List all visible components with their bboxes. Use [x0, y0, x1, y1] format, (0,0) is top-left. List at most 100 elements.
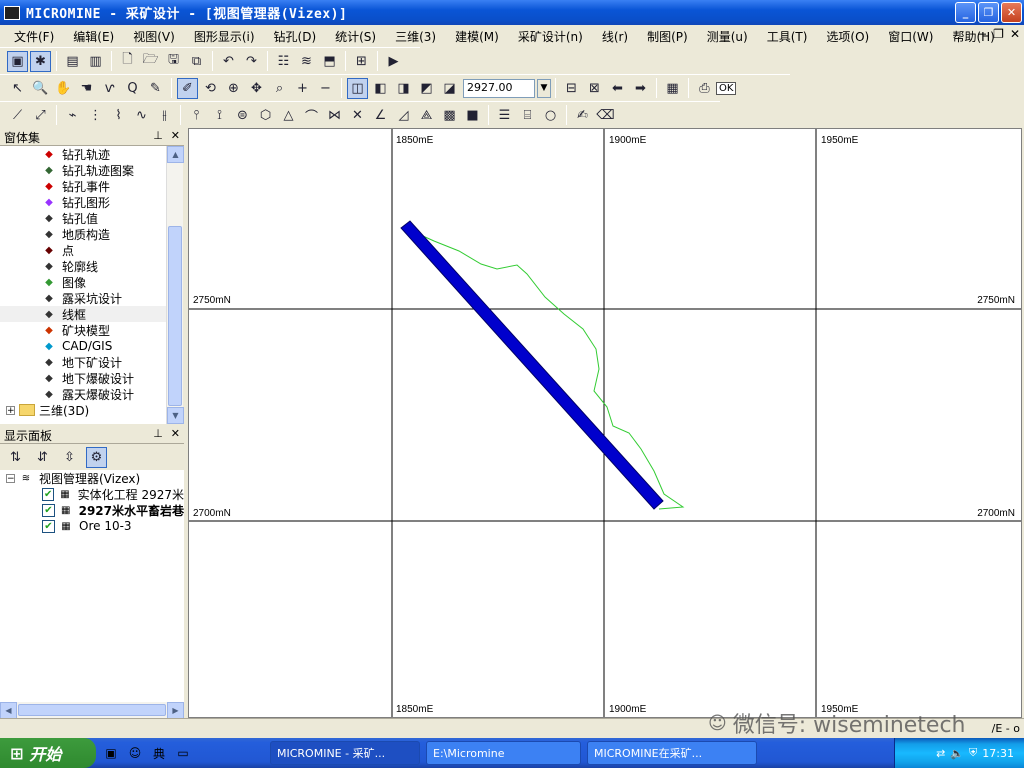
menu-modelling[interactable]: 建模(M)	[449, 28, 505, 45]
scroll-down-icon[interactable]: ▼	[167, 407, 184, 424]
mdi-minimize-button[interactable]: −	[977, 27, 987, 41]
menu-survey[interactable]: 测量(u)	[701, 28, 754, 45]
close-button[interactable]: ✕	[1001, 2, 1022, 23]
snap-points-icon[interactable]: ⋮	[85, 105, 106, 126]
select-pointer-icon[interactable]: ↖	[7, 78, 28, 99]
triangle-icon[interactable]: △	[278, 105, 299, 126]
vizex-canvas[interactable]: 1850mE 1900mE 1950mE 1850mE 1900mE 1950m…	[189, 129, 1021, 717]
scroll-up-icon[interactable]: ▲	[167, 146, 184, 163]
tree-item[interactable]: ◆ 露天爆破设计	[0, 386, 166, 402]
restore-button[interactable]: ❐	[978, 2, 999, 23]
tree-item[interactable]: ◆ 钻孔图形	[0, 194, 166, 210]
panel-close-icon[interactable]: ✕	[171, 427, 180, 440]
tree-item[interactable]: ◆ 点	[0, 242, 166, 258]
snapshot-icon[interactable]: ⎙	[694, 78, 715, 99]
vizex-viewport[interactable]: 1850mE 1900mE 1950mE 1850mE 1900mE 1950m…	[188, 128, 1022, 718]
measure-icon[interactable]: ⱱ	[99, 78, 120, 99]
open-folder-icon[interactable]: 🗁	[140, 51, 161, 72]
open-form-icon[interactable]: ▤	[62, 51, 83, 72]
display-options-icon[interactable]: ⚙	[86, 446, 107, 468]
menu-options[interactable]: 选项(O)	[820, 28, 875, 45]
table-icon[interactable]: ⊞	[351, 51, 372, 72]
start-button[interactable]: ⊞ 开始	[0, 738, 96, 768]
task-word[interactable]: MICROMINE在采矿...	[587, 741, 757, 765]
menu-stats[interactable]: 统计(S)	[329, 28, 382, 45]
menu-tools[interactable]: 工具(T)	[761, 28, 814, 45]
quicklaunch-desktop-icon[interactable]: ▭	[174, 744, 192, 762]
forms-tree-scrollbar[interactable]: ▲ ▼	[166, 146, 184, 424]
curve-icon[interactable]: ⌒	[301, 105, 322, 126]
network-icon[interactable]: ⇄	[936, 747, 945, 760]
shield-icon[interactable]: ⛨	[969, 746, 977, 760]
query-icon[interactable]: Q	[122, 78, 143, 99]
scroll-left-icon[interactable]: ◀	[0, 702, 17, 719]
save-icon[interactable]: 🖫	[163, 51, 184, 72]
tree-item[interactable]: ◆ 露采坑设计	[0, 290, 166, 306]
scroll-right-icon[interactable]: ▶	[167, 702, 184, 719]
tunnel-wireframe[interactable]	[400, 220, 664, 510]
split-icon[interactable]: ⫲	[154, 105, 175, 126]
menu-plot[interactable]: 制图(P)	[641, 28, 694, 45]
angle-icon[interactable]: ∠	[370, 105, 391, 126]
sort-alpha-icon[interactable]: ⇵	[32, 447, 53, 468]
tree-item[interactable]: ◆ 钻孔轨迹图案	[0, 162, 166, 178]
menu-view[interactable]: 视图(V)	[127, 28, 181, 45]
new-file-icon[interactable]: 🗋	[117, 51, 138, 72]
expand-icon[interactable]: +	[6, 405, 15, 415]
sort-icon[interactable]: ⇅	[5, 447, 26, 468]
cylinder-icon[interactable]: ⌸	[517, 105, 538, 126]
mdi-close-button[interactable]: ✕	[1010, 27, 1020, 41]
view-side-icon[interactable]: ◨	[393, 78, 414, 99]
zoom-icon[interactable]: 🔍	[30, 78, 51, 99]
menu-drillhole[interactable]: 钻孔(D)	[268, 28, 323, 45]
redo-icon[interactable]: ↷	[241, 51, 262, 72]
tree-item[interactable]: ◆ 钻孔轨迹	[0, 146, 166, 162]
zoom-window-icon[interactable]: ⌕	[269, 78, 290, 99]
edit-object-icon[interactable]: ✐	[177, 77, 198, 99]
menu-edit[interactable]: 编辑(E)	[67, 28, 120, 45]
rotate-icon[interactable]: ⟲	[200, 78, 221, 99]
section-back-icon[interactable]: ⊟	[561, 78, 582, 99]
menu-line[interactable]: 线(r)	[596, 28, 634, 45]
string-icon[interactable]: ∿	[131, 105, 152, 126]
arrow-left-icon[interactable]: ⬅	[607, 78, 628, 99]
layer-row[interactable]: ✔ ▦ Ore 10-3	[0, 518, 184, 534]
tree-folder-3d[interactable]: + 三维(3D)	[0, 402, 166, 418]
form-set-icon[interactable]: ▥	[85, 51, 106, 72]
tree-item[interactable]: ◆ 地下爆破设计	[0, 370, 166, 386]
tree-item[interactable]: ◆ 地质构造	[0, 226, 166, 242]
menu-3d[interactable]: 三维(3)	[389, 28, 442, 45]
elevation-input[interactable]: 2927.00	[463, 78, 535, 98]
menu-file[interactable]: 文件(F)	[8, 28, 60, 45]
cross-icon[interactable]: ✕	[347, 105, 368, 126]
minimize-button[interactable]: _	[955, 2, 976, 23]
zoom-out-icon[interactable]: −	[315, 78, 336, 99]
view-plan-icon[interactable]: ◫	[347, 77, 368, 99]
pin-icon[interactable]: ⊥	[153, 129, 163, 142]
view-3d-icon[interactable]: ◪	[439, 78, 460, 99]
sort-group-icon[interactable]: ⇳	[59, 447, 80, 468]
ramp-icon[interactable]: ⟁	[416, 105, 437, 126]
run-macro-icon[interactable]: ▶	[383, 51, 404, 72]
bevel-icon[interactable]: ◿	[393, 105, 414, 126]
solid-icon[interactable]: ■	[462, 105, 483, 126]
quicklaunch-dictionary-icon[interactable]: 典	[150, 744, 168, 762]
erase-icon[interactable]: ⌫	[595, 105, 616, 126]
view-front-icon[interactable]: ◧	[370, 78, 391, 99]
mdi-restore-button[interactable]: ❐	[993, 27, 1004, 41]
layer-checkbox[interactable]: ✔	[42, 503, 55, 517]
tree-item[interactable]: ◆ 钻孔事件	[0, 178, 166, 194]
extend-icon[interactable]: ⟟	[209, 105, 230, 126]
layer-checkbox[interactable]: ✔	[42, 487, 55, 501]
bridge-icon[interactable]: ⋈	[324, 105, 345, 126]
center-view-icon[interactable]: ⊕	[223, 78, 244, 99]
vizex-root[interactable]: − ≋ 视图管理器(Vizex)	[0, 470, 184, 486]
arrow-right-icon[interactable]: ➡	[630, 78, 651, 99]
annotate-icon[interactable]: ✍	[572, 105, 593, 126]
hscroll-thumb[interactable]	[18, 704, 166, 716]
wireframe-tool-icon[interactable]: ⬡	[255, 105, 276, 126]
layers-icon[interactable]: ≋	[296, 51, 317, 72]
move-icon[interactable]: ✥	[246, 78, 267, 99]
save-all-icon[interactable]: ⧉	[186, 51, 207, 72]
stack-icon[interactable]: ☰	[494, 105, 515, 126]
